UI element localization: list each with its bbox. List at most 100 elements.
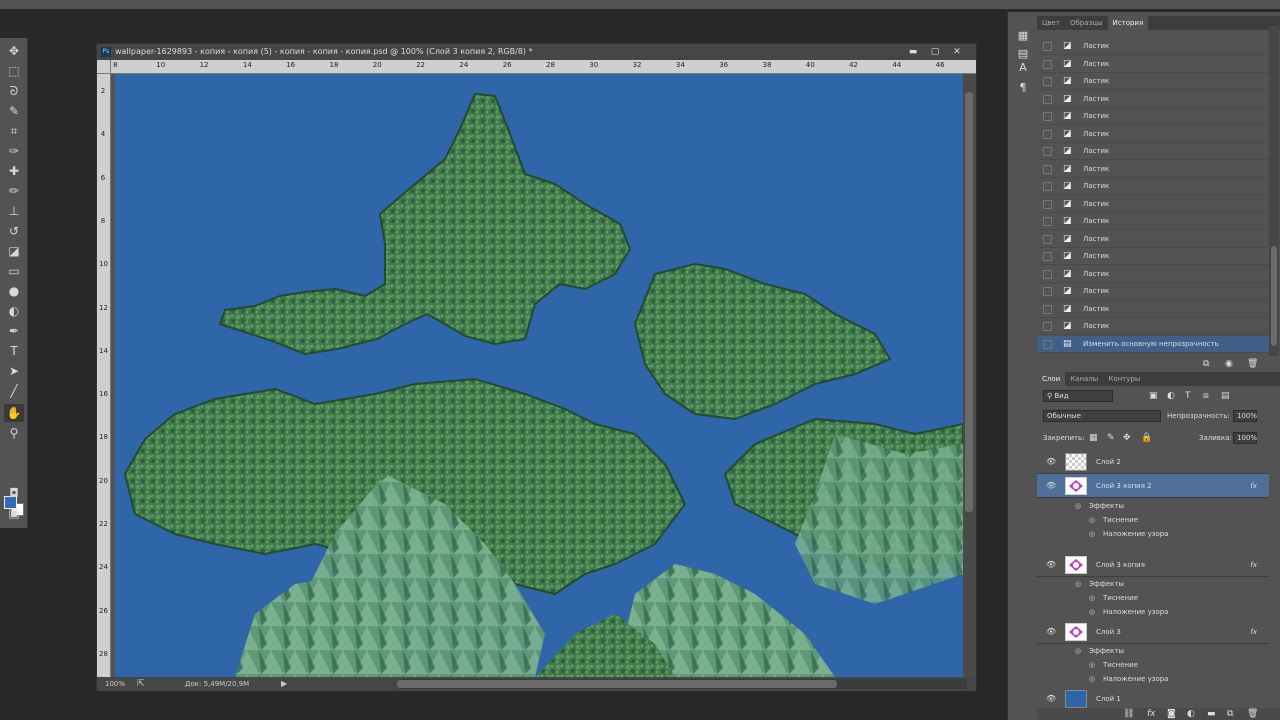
screen-mode-icon[interactable]: ▣ <box>4 504 24 522</box>
status-menu-arrow-icon[interactable]: ▶ <box>281 677 287 691</box>
history-source-checkbox[interactable] <box>1043 199 1052 209</box>
new-document-from-state-icon[interactable]: ⧉ <box>1203 358 1209 370</box>
history-item[interactable]: ◪ Ластик <box>1037 248 1269 265</box>
paragraph-panel-icon[interactable]: ¶ <box>1014 80 1032 96</box>
filter-pixel-icon[interactable]: ▣ <box>1149 390 1158 402</box>
horizontal-scroll-thumb[interactable] <box>397 680 837 688</box>
zoom-level[interactable]: 100% <box>105 677 125 691</box>
quick-select-tool-icon[interactable]: ✎ <box>4 102 24 120</box>
delete-layer-icon[interactable]: 🗑 <box>1247 708 1258 720</box>
dodge-tool-icon[interactable]: ◐ <box>4 302 24 320</box>
layer-kind-filter[interactable]: ⚲ Вид <box>1043 390 1113 402</box>
move-tool-icon[interactable]: ✥ <box>4 42 24 60</box>
visibility-eye-icon[interactable]: 👁 <box>1046 474 1056 498</box>
history-item[interactable]: ◪ Ластик <box>1037 56 1269 73</box>
visibility-eye-icon[interactable]: 👁 <box>1046 620 1056 644</box>
new-group-icon[interactable]: ▬ <box>1207 708 1216 720</box>
eraser-tool-icon[interactable]: ◪ <box>4 242 24 260</box>
effect-eye-icon[interactable]: ◎ <box>1089 658 1095 672</box>
history-item[interactable]: ◪ Ластик <box>1037 213 1269 230</box>
tab-swatches[interactable]: Образцы <box>1065 16 1108 30</box>
layer-row-sloy-3-kopiya-2[interactable]: 👁 Слой 3 копия 2 fx <box>1037 474 1269 498</box>
history-scrollbar[interactable] <box>1269 26 1279 356</box>
history-source-checkbox[interactable] <box>1043 269 1052 279</box>
pen-tool-icon[interactable]: ✒ <box>4 322 24 340</box>
history-item[interactable]: ◪ Ластик <box>1037 318 1269 335</box>
history-source-checkbox[interactable] <box>1043 234 1052 244</box>
properties-panel-icon[interactable]: ▦ <box>1014 28 1032 44</box>
doc-size[interactable]: Док: 5,49M/20,9M <box>185 677 249 691</box>
history-item[interactable]: ◪ Ластик <box>1037 126 1269 143</box>
effects-row[interactable]: ◎ Эффекты <box>1037 499 1269 513</box>
effect-emboss-row[interactable]: ◎ Тиснение <box>1037 513 1269 527</box>
history-item-current[interactable]: ▤ Изменить основную непрозрачность <box>1037 335 1269 353</box>
minimize-icon[interactable]: ▬ <box>902 45 924 59</box>
zoom-tool-icon[interactable]: ⚲ <box>4 424 24 442</box>
effects-eye-icon[interactable]: ◎ <box>1075 644 1081 658</box>
history-item[interactable]: ◪ Ластик <box>1037 196 1269 213</box>
effect-pattern-row[interactable]: ◎ Наложение узора <box>1037 672 1269 686</box>
history-item[interactable]: ◪ Ластик <box>1037 38 1269 55</box>
new-layer-icon[interactable]: ⧉ <box>1227 708 1233 720</box>
history-item[interactable]: ◪ Ластик <box>1037 283 1269 300</box>
horizontal-ruler[interactable]: 8 10 12 14 16 18 20 22 24 26 28 30 32 34 36 38 40 42 44 46 <box>111 60 976 74</box>
hand-tool-icon[interactable]: ✋ <box>4 404 24 422</box>
healing-brush-tool-icon[interactable]: ✚ <box>4 162 24 180</box>
lock-position-icon[interactable]: ✥ <box>1123 432 1131 444</box>
vertical-scroll-thumb[interactable] <box>965 92 973 512</box>
effect-eye-icon[interactable]: ◎ <box>1089 672 1095 686</box>
blend-mode-select[interactable]: Обычные <box>1043 410 1161 422</box>
effect-eye-icon[interactable]: ◎ <box>1089 591 1095 605</box>
effects-row[interactable]: ◎ Эффекты <box>1037 577 1269 591</box>
fx-icon[interactable]: fx <box>1250 620 1257 644</box>
tab-channels[interactable]: Каналы <box>1065 372 1103 386</box>
marquee-tool-icon[interactable]: ⬚ <box>4 62 24 80</box>
gradient-tool-icon[interactable]: ▭ <box>4 262 24 280</box>
fx-icon[interactable]: fx <box>1250 474 1257 498</box>
add-mask-icon[interactable]: ◙ <box>1167 708 1176 720</box>
history-source-checkbox[interactable] <box>1043 147 1052 156</box>
history-item[interactable]: ◪ Ластик <box>1037 143 1269 160</box>
vertical-scrollbar[interactable] <box>963 74 976 677</box>
effect-pattern-row[interactable]: ◎ Наложение узора <box>1037 605 1269 619</box>
filter-shape-icon[interactable]: ⧈ <box>1203 390 1209 402</box>
history-brush-tool-icon[interactable]: ↺ <box>4 222 24 240</box>
history-item[interactable]: ◪ Ластик <box>1037 161 1269 178</box>
filter-smart-object-icon[interactable]: ▤ <box>1221 390 1230 402</box>
history-source-checkbox[interactable] <box>1043 252 1052 261</box>
line-tool-icon[interactable]: ╱ <box>4 382 24 400</box>
history-item[interactable]: ◪ Ластик <box>1037 231 1269 248</box>
effect-pattern-row[interactable]: ◎ Наложение узора <box>1037 527 1269 541</box>
quick-mask-icon[interactable]: ◘ <box>4 484 24 502</box>
visibility-eye-icon[interactable]: 👁 <box>1046 450 1056 474</box>
effects-row[interactable]: ◎ Эффекты <box>1037 644 1269 658</box>
history-source-checkbox[interactable] <box>1043 339 1052 349</box>
layer-row-sloy-3[interactable]: 👁 Слой 3 fx <box>1037 620 1269 644</box>
visibility-eye-icon[interactable]: 👁 <box>1046 553 1056 577</box>
lock-transparent-icon[interactable]: ▦ <box>1089 432 1098 444</box>
export-icon[interactable]: ⇱ <box>137 677 145 691</box>
lock-all-icon[interactable]: 🔒 <box>1141 432 1152 444</box>
history-item[interactable]: ◪ Ластик <box>1037 108 1269 125</box>
horizontal-scrollbar[interactable] <box>397 679 967 689</box>
history-item[interactable]: ◪ Ластик <box>1037 266 1269 283</box>
history-source-checkbox[interactable] <box>1043 94 1052 104</box>
tab-color[interactable]: Цвет <box>1037 16 1065 30</box>
tab-history[interactable]: История <box>1107 16 1149 30</box>
clone-stamp-tool-icon[interactable]: ⊥ <box>4 202 24 220</box>
maximize-icon[interactable]: ▢ <box>924 45 946 59</box>
filter-type-icon[interactable]: T <box>1185 390 1191 402</box>
fill-input[interactable]: 100% <box>1233 432 1257 444</box>
history-source-checkbox[interactable] <box>1043 322 1052 331</box>
effects-eye-icon[interactable]: ◎ <box>1075 577 1081 591</box>
history-scroll-thumb[interactable] <box>1271 246 1277 346</box>
brush-tool-icon[interactable]: ✏ <box>4 182 24 200</box>
history-source-checkbox[interactable] <box>1043 59 1052 69</box>
effect-eye-icon[interactable]: ◎ <box>1089 527 1095 541</box>
blur-tool-icon[interactable]: ● <box>4 282 24 300</box>
history-item[interactable]: ◪ Ластик <box>1037 178 1269 195</box>
ruler-origin[interactable] <box>97 60 111 74</box>
effect-eye-icon[interactable]: ◎ <box>1089 513 1095 527</box>
close-icon[interactable]: ✕ <box>946 45 968 59</box>
new-snapshot-icon[interactable]: ◉ <box>1225 358 1233 370</box>
